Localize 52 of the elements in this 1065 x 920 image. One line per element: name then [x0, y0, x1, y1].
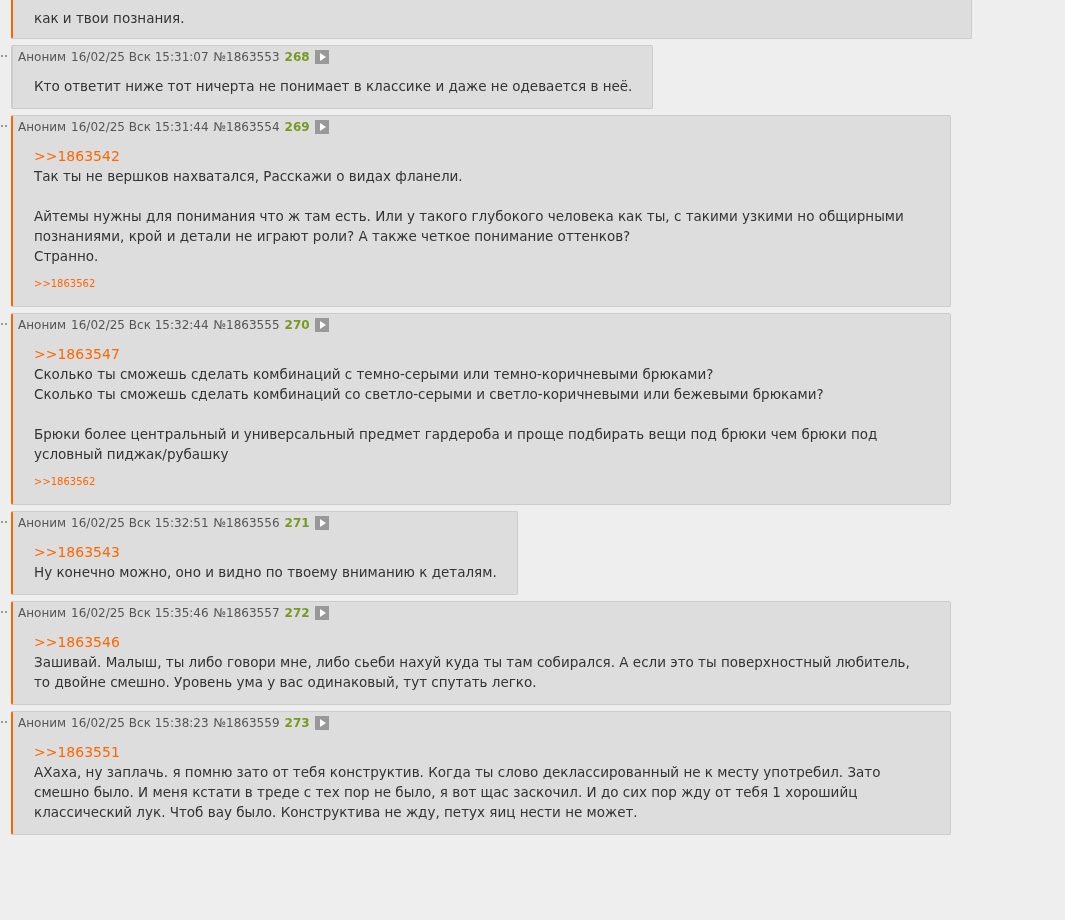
poster-name: Аноним: [18, 606, 67, 620]
post-number-link[interactable]: №1863554: [213, 120, 280, 134]
post-ordinal: 268: [284, 50, 310, 64]
post-ordinal: 273: [284, 716, 310, 730]
reply-link[interactable]: >>1863542: [34, 146, 930, 166]
play-icon[interactable]: [314, 50, 329, 64]
post-text: Ну конечно можно, оно и видно по твоему вниманию к деталям.: [34, 563, 497, 582]
post-number-link[interactable]: №1863559: [213, 716, 280, 730]
poster-name: Аноним: [18, 318, 67, 332]
post-number-link[interactable]: №1863555: [213, 318, 280, 332]
post-menu-icon[interactable]: [1, 125, 7, 128]
post-number-link[interactable]: №1863556: [213, 516, 280, 530]
post-ordinal: 272: [284, 606, 310, 620]
post-text: Зашивай. Малыш, ты либо говори мне, либо сьеби нахуй куда ты там собирался. А если это ты поверхностный любитель, то двойне смешно. Уровень ума у вас одинаковый, тут спутать легко.: [34, 653, 911, 692]
poster-name: Аноним: [18, 516, 67, 530]
post-text: как и твои познания.: [34, 9, 186, 28]
post-menu-icon[interactable]: [1, 611, 7, 614]
play-icon[interactable]: [314, 120, 329, 134]
post-text: Так ты не вершков нахватался, Расскажи о видах фланели.: [34, 167, 464, 186]
post-date: 16/02/25 Вск 15:31:07: [71, 50, 209, 64]
post-date: 16/02/25 Вск 15:32:44: [71, 318, 209, 332]
post-date: 16/02/25 Вск 15:38:23: [71, 716, 209, 730]
post-menu-icon[interactable]: [1, 55, 7, 58]
poster-name: Аноним: [18, 50, 67, 64]
post-text: Брюки более центральный и универсальный предмет гардероба и проще подбирать вещи под брюки чем брюки под условный пиджак/рубашку: [34, 425, 879, 464]
post-text: Кто ответит ниже тот ничерта не понимает в классике и даже не одевается в неё.: [34, 77, 633, 96]
post-date: 16/02/25 Вск 15:35:46: [71, 606, 209, 620]
poster-name: Аноним: [18, 120, 67, 134]
play-icon[interactable]: [314, 318, 329, 332]
poster-name: Аноним: [18, 716, 67, 730]
reply-link[interactable]: >>1863543: [34, 542, 497, 562]
post-menu-icon[interactable]: [1, 721, 7, 724]
post-text: Айтемы нужны для понимания что ж там есть. Или у такого глубокого человека как ты, с такими узкими но общирными познаниями, крой и детали не играют роли? А также четкое понимание оттенков? Странно.: [34, 207, 905, 266]
post-ordinal: 269: [284, 120, 310, 134]
post-text: Сколько ты сможешь сделать комбинаций с темно-серыми или темно-коричневыми брюками? Сколько ты сможешь сделать комбинаций со светло-серыми и светло-коричневыми или бежевыми брюками?: [34, 365, 825, 404]
backlink[interactable]: >>1863562: [34, 278, 96, 289]
backlink[interactable]: >>1863562: [34, 476, 96, 487]
reply-link[interactable]: >>1863546: [34, 632, 930, 652]
post-menu-icon[interactable]: [1, 323, 7, 326]
reply-link[interactable]: >>1863551: [34, 742, 930, 762]
play-icon[interactable]: [314, 606, 329, 620]
post-date: 16/02/25 Вск 15:32:51: [71, 516, 209, 530]
post-number-link[interactable]: №1863557: [213, 606, 280, 620]
post-ordinal: 271: [284, 516, 310, 530]
post-number-link[interactable]: №1863553: [213, 50, 280, 64]
post-date: 16/02/25 Вск 15:31:44: [71, 120, 209, 134]
post-menu-icon[interactable]: [1, 521, 7, 524]
post-text: АХаха, ну заплачь. я помню зато от тебя конструктив. Когда ты слово деклассированный не к месту употребил. Зато смешно было. И меня кстати в треде с тех пор не было, я вот щас заскочил. И до сих пор жду от тебя 1 хорошийц классический лук. Чтоб вау было. Конструктива не жду, петух яиц нести не может.: [34, 763, 882, 822]
play-icon[interactable]: [314, 716, 329, 730]
reply-link[interactable]: >>1863547: [34, 344, 930, 364]
play-icon[interactable]: [314, 516, 329, 530]
post-ordinal: 270: [284, 318, 310, 332]
